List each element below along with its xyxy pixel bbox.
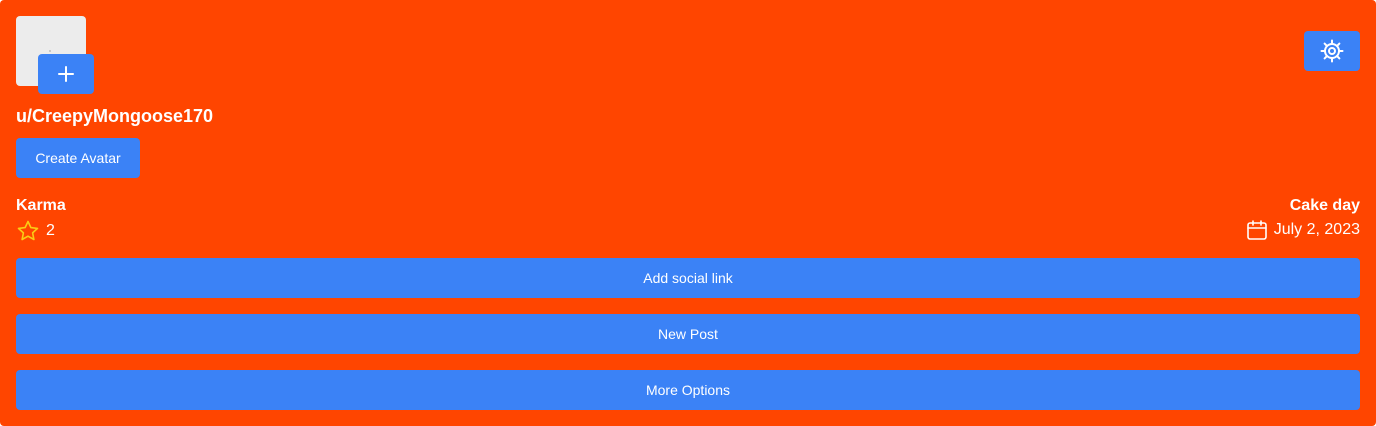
avatar-placeholder [49, 50, 51, 52]
karma-value: 2 [16, 219, 55, 243]
cake-day-label: Cake day [1289, 197, 1360, 214]
gear-icon [1320, 39, 1344, 63]
settings-button[interactable] [1304, 31, 1360, 71]
new-post-button[interactable]: New Post [16, 314, 1360, 354]
plus-icon [57, 65, 75, 83]
username: u/CreepyMongoose170 [16, 106, 214, 126]
add-social-link-button[interactable]: Add social link [16, 258, 1360, 298]
cake-day-date: July 2, 2023 [1273, 221, 1360, 238]
karma-label: Karma [16, 197, 66, 214]
profile-card: u/CreepyMongoose170 Create Avatar Karma … [0, 0, 1376, 426]
calendar-icon [1246, 219, 1268, 241]
add-avatar-button[interactable] [38, 54, 94, 94]
more-options-button[interactable]: More Options [16, 370, 1360, 410]
star-icon [16, 219, 40, 243]
cake-day-value: July 2, 2023 [1246, 219, 1360, 241]
karma-count: 2 [46, 222, 55, 239]
create-avatar-button[interactable]: Create Avatar [16, 138, 140, 178]
